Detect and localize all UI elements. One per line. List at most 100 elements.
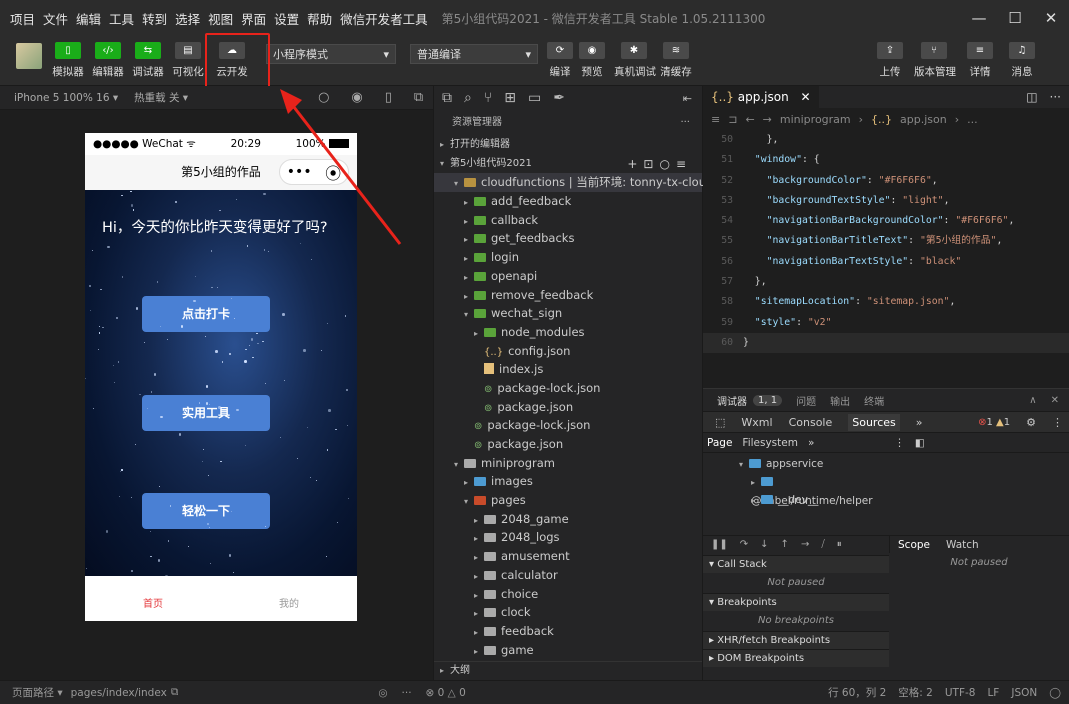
- menu-item-4[interactable]: 转到: [142, 9, 167, 28]
- menu-item-8[interactable]: 设置: [274, 9, 299, 28]
- tree-item[interactable]: ⊚ package.json: [434, 398, 702, 417]
- code-line[interactable]: 59 "style": "v2": [703, 313, 1069, 333]
- tab-mine[interactable]: 我的: [221, 576, 357, 621]
- chevron-up-icon[interactable]: ∧: [1029, 395, 1036, 406]
- visual-button[interactable]: ▤ 可视化: [168, 42, 208, 79]
- tab-sources[interactable]: Sources: [848, 413, 900, 431]
- forward-icon[interactable]: →: [763, 113, 772, 126]
- more-icon[interactable]: ⋮: [894, 437, 905, 449]
- menu-item-3[interactable]: 工具: [109, 9, 134, 28]
- tree-item[interactable]: ▸ feedback: [434, 622, 702, 641]
- tab-watch[interactable]: Watch: [946, 539, 979, 551]
- tree-item[interactable]: ⊚ package-lock.json: [434, 379, 702, 398]
- breakpoints-section[interactable]: ▾ Breakpoints: [703, 593, 889, 611]
- language-mode[interactable]: JSON: [1011, 687, 1037, 699]
- checkin-button[interactable]: 点击打卡: [142, 296, 270, 332]
- split-icon[interactable]: ◫: [1026, 90, 1037, 104]
- tab-console[interactable]: Console: [789, 416, 833, 429]
- code-line[interactable]: 51 "window": {: [703, 150, 1069, 170]
- code-line[interactable]: 53 "backgroundTextStyle": "light",: [703, 191, 1069, 211]
- code-lines[interactable]: 50 }, 51 "window": {52 "backgroundColor":…: [703, 130, 1069, 354]
- relax-button[interactable]: 轻松一下: [142, 493, 270, 529]
- menu-item-5[interactable]: 选择: [175, 9, 200, 28]
- tree-item[interactable]: ⊚ package-lock.json: [434, 416, 702, 435]
- problems-indicator[interactable]: ⊗ 0 △ 0: [426, 687, 466, 699]
- step-over-icon[interactable]: ↷: [740, 539, 748, 550]
- tree-item[interactable]: ▸ login: [434, 248, 702, 267]
- more-icon[interactable]: ···: [402, 687, 412, 699]
- tree-item[interactable]: ▸ choice: [434, 585, 702, 604]
- code-line[interactable]: 55 "navigationBarTitleText": "第5小组的作品",: [703, 231, 1069, 251]
- preview-button[interactable]: ◉ 预览: [572, 42, 612, 79]
- deactivate-icon[interactable]: ⧸: [821, 539, 824, 550]
- real-debug-button[interactable]: ✱ 真机调试: [614, 42, 656, 79]
- upload-button[interactable]: ⇪ 上传: [870, 42, 910, 79]
- step-out-icon[interactable]: ↑: [781, 539, 789, 550]
- explorer-actions[interactable]: +⊡○≡: [627, 155, 692, 174]
- step-icon[interactable]: →: [801, 539, 809, 550]
- cursor-position[interactable]: 行 60，列 2: [828, 685, 886, 700]
- issue-counts[interactable]: ⊗1 ▲1: [978, 417, 1010, 428]
- search-icon[interactable]: ⌕: [464, 90, 472, 106]
- copy-icon[interactable]: ⧉: [171, 686, 179, 699]
- tree-appservice[interactable]: ▾ appservice: [703, 455, 889, 473]
- details-button[interactable]: ≡ 详情: [960, 42, 1000, 79]
- bookmark-icon[interactable]: ⊐: [728, 113, 737, 126]
- tree-item[interactable]: ▸ get_feedbacks: [434, 229, 702, 248]
- maximize-icon[interactable]: ☐: [997, 0, 1033, 36]
- code-line[interactable]: 57 },: [703, 272, 1069, 292]
- menu-item-7[interactable]: 界面: [241, 9, 266, 28]
- dom-section[interactable]: ▸ DOM Breakpoints: [703, 649, 889, 667]
- code-line[interactable]: 54 "navigationBarBackgroundColor": "#F6F…: [703, 211, 1069, 231]
- compile-select[interactable]: 普通编译 ▾: [410, 44, 538, 64]
- device-select[interactable]: iPhone 5 100% 16 ▾: [14, 92, 118, 104]
- tree-item[interactable]: ▸ callback: [434, 211, 702, 230]
- page-path-label[interactable]: 页面路径 ▾: [12, 685, 63, 700]
- code-line[interactable]: 56 "navigationBarTextStyle": "black": [703, 252, 1069, 272]
- close-icon[interactable]: ✕: [1033, 0, 1069, 36]
- simulator-button[interactable]: ▯ 模拟器: [48, 42, 88, 79]
- pause-icon[interactable]: ❚❚: [711, 539, 728, 550]
- code-line[interactable]: 50 },: [703, 130, 1069, 150]
- tab-home[interactable]: 首页: [85, 576, 221, 621]
- xhr-section[interactable]: ▸ XHR/fetch Breakpoints: [703, 631, 889, 649]
- tree-item[interactable]: ▾ miniprogram: [434, 454, 702, 473]
- panel-toggle-icon[interactable]: ◧: [915, 437, 925, 449]
- tools-button[interactable]: 实用工具: [142, 395, 270, 431]
- tree-item[interactable]: ▸ clock: [434, 603, 702, 622]
- notification-icon[interactable]: ◯: [1049, 687, 1061, 699]
- tree-item[interactable]: ⊚ package.json: [434, 435, 702, 454]
- encoding[interactable]: UTF-8: [945, 687, 976, 699]
- collapse-icon[interactable]: ⇤: [683, 92, 692, 105]
- tree-item[interactable]: ▸ game: [434, 641, 702, 660]
- code-line[interactable]: 52 "backgroundColor": "#F6F6F6",: [703, 171, 1069, 191]
- pause-exceptions-icon[interactable]: ⏸: [837, 539, 842, 550]
- tab-wxml[interactable]: Wxml: [741, 416, 772, 429]
- project-section[interactable]: ▾ 第5小组代码2021 +⊡○≡: [434, 155, 702, 174]
- tree-item[interactable]: ▾ pages: [434, 491, 702, 510]
- tree-item[interactable]: ▸ images: [434, 472, 702, 491]
- outline-section[interactable]: ▸ 大纲: [434, 661, 702, 680]
- mode-select[interactable]: 小程序模式 ▾: [266, 44, 396, 64]
- more-icon[interactable]: ···: [1050, 90, 1061, 104]
- menu-item-9[interactable]: 帮助: [307, 9, 332, 28]
- version-button[interactable]: ⑂ 版本管理: [914, 42, 956, 79]
- tree-item[interactable]: ▸ 2048_logs: [434, 528, 702, 547]
- hot-reload-select[interactable]: 热重载 关 ▾: [134, 90, 188, 105]
- more-icon[interactable]: ⋮: [1052, 416, 1063, 429]
- menu-item-0[interactable]: 项目: [10, 9, 35, 28]
- close-icon[interactable]: ✕: [801, 90, 811, 104]
- eol[interactable]: LF: [987, 687, 999, 699]
- tree-babel[interactable]: ▸@babel/runtime/helper: [703, 473, 889, 507]
- tree-item[interactable]: index.js: [434, 360, 702, 379]
- minimize-icon[interactable]: —: [961, 0, 997, 36]
- menu-item-10[interactable]: 微信开发者工具: [340, 9, 428, 28]
- tab-scope[interactable]: Scope: [898, 539, 930, 551]
- extensions-icon[interactable]: ⊞: [504, 90, 516, 106]
- call-stack-section[interactable]: ▾ Call Stack: [703, 555, 889, 573]
- close-icon[interactable]: ✕: [1051, 395, 1059, 406]
- menu-item-2[interactable]: 编辑: [76, 9, 101, 28]
- editor-button[interactable]: ‹/› 编辑器: [88, 42, 128, 79]
- clear-cache-button[interactable]: ≋ 清缓存: [656, 42, 696, 79]
- page-path[interactable]: pages/index/index: [71, 687, 167, 699]
